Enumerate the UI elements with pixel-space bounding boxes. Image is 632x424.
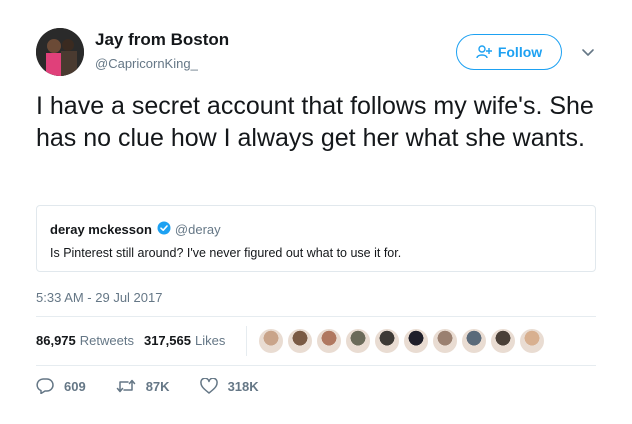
- likers-avatars: [258, 328, 548, 354]
- like-count: 318K: [227, 378, 259, 394]
- retweet-icon: [116, 379, 135, 393]
- divider: [36, 316, 596, 317]
- profile-photo: [36, 28, 84, 76]
- liker-avatar[interactable]: [287, 328, 313, 354]
- stats-separator: [246, 326, 247, 356]
- liker-avatar[interactable]: [258, 328, 284, 354]
- liker-avatar[interactable]: [432, 328, 458, 354]
- retweet-button[interactable]: 87K: [116, 378, 170, 394]
- reply-count: 609: [64, 378, 86, 394]
- liker-avatar[interactable]: [374, 328, 400, 354]
- like-button[interactable]: 318K: [199, 378, 259, 394]
- tweet-card: Jay from Boston @CapricornKing_ Follow I…: [0, 0, 632, 424]
- liker-avatar[interactable]: [519, 328, 545, 354]
- liker-avatar[interactable]: [345, 328, 371, 354]
- quoted-author-name: deray mckesson: [50, 222, 152, 237]
- divider: [36, 365, 596, 366]
- likes-label[interactable]: Likes: [195, 333, 225, 348]
- liker-avatar[interactable]: [316, 328, 342, 354]
- quoted-tweet[interactable]: deray mckesson @deray Is Pinterest still…: [36, 205, 596, 272]
- liker-avatar[interactable]: [461, 328, 487, 354]
- chevron-down-icon[interactable]: [580, 44, 596, 60]
- tweet-timestamp[interactable]: 5:33 AM - 29 Jul 2017: [36, 290, 162, 305]
- follow-label: Follow: [497, 44, 543, 60]
- tweet-actions: 609 87K 318K: [36, 378, 289, 394]
- engagement-stats: 86,975 Retweets 317,565 Likes: [36, 333, 235, 348]
- author-name[interactable]: Jay from Boston: [95, 30, 229, 50]
- author-handle[interactable]: @CapricornKing_: [95, 56, 198, 71]
- liker-avatar[interactable]: [403, 328, 429, 354]
- author-avatar[interactable]: [36, 28, 84, 76]
- reply-icon: [36, 378, 54, 394]
- tweet-text: I have a secret account that follows my …: [36, 92, 594, 152]
- verified-badge-icon: [157, 221, 171, 238]
- likes-count[interactable]: 317,565: [144, 333, 191, 348]
- quoted-author-handle: @deray: [174, 222, 221, 237]
- retweets-count[interactable]: 86,975: [36, 333, 76, 348]
- retweets-label[interactable]: Retweets: [80, 333, 134, 348]
- reply-button[interactable]: 609: [36, 378, 86, 394]
- liker-avatar[interactable]: [490, 328, 516, 354]
- add-user-icon: [476, 45, 492, 59]
- retweet-count: 87K: [145, 378, 170, 394]
- heart-icon: [199, 378, 218, 394]
- quoted-tweet-text: Is Pinterest still around? I've never fi…: [50, 246, 402, 260]
- follow-button[interactable]: Follow: [456, 34, 562, 70]
